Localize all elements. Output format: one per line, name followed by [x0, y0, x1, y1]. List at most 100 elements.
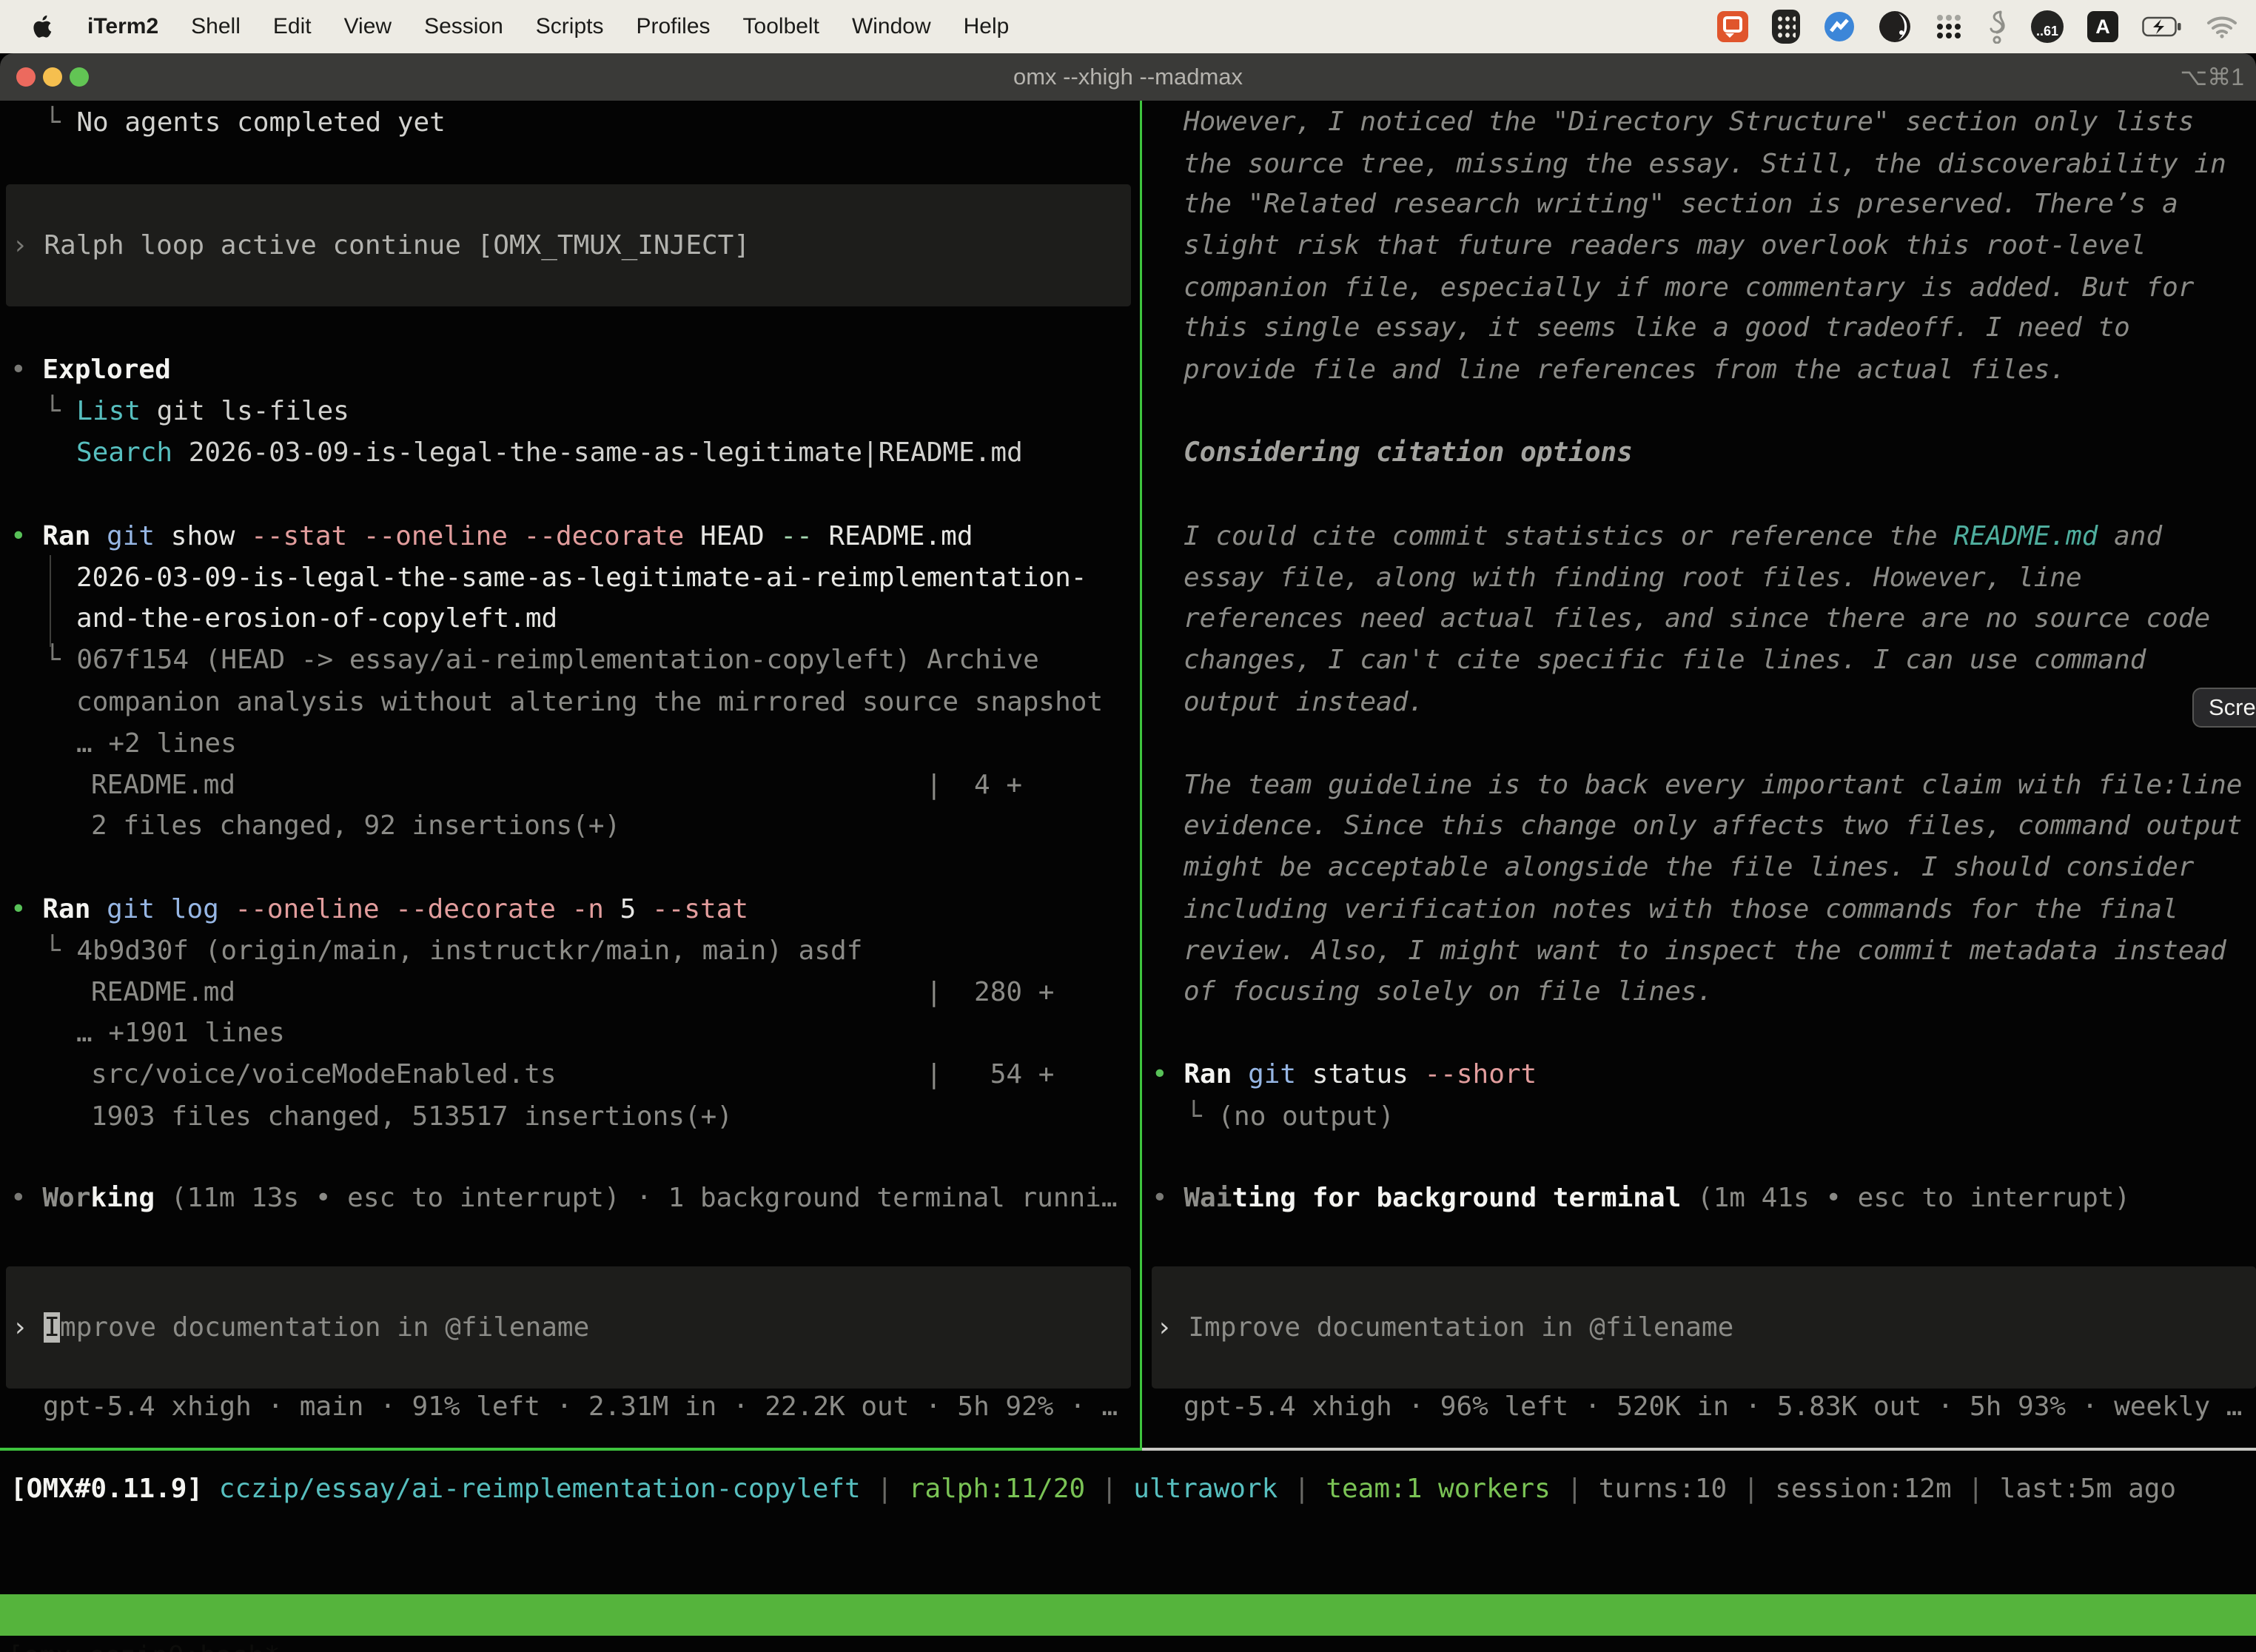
- text-segment: 2 files changed, 92 insertions(+): [91, 810, 620, 841]
- explored-list-line: └ List git ls-files: [44, 391, 349, 432]
- text-segment: src/voice/voiceModeEnabled.ts: [91, 1059, 557, 1089]
- menu-status-icons: ..61 A: [1717, 10, 2256, 44]
- ralph-message-line: › Ralph loop active continue [OMX_TMUX_I…: [12, 225, 750, 266]
- text-segment: team:1 workers: [1326, 1474, 1550, 1504]
- menu-item-window[interactable]: Window: [852, 14, 931, 39]
- prompt-input-box[interactable]: › Improve documentation in @filename: [6, 1266, 1131, 1389]
- text-segment: output instead.: [1184, 687, 1424, 717]
- reasoning-para1-line-3: the "Related research writing" section i…: [1184, 184, 2178, 225]
- battery-icon[interactable]: [2142, 16, 2182, 37]
- git-log-command-line: • Ran git log --oneline --decorate -n 5 …: [10, 889, 748, 930]
- text-segment: 067f154 (HEAD -> essay/ai-reimplementati…: [76, 645, 1038, 675]
- git-show-output-line-1: └ 067f154 (HEAD -> essay/ai-reimplementa…: [44, 639, 1039, 681]
- text-segment: show: [155, 521, 251, 551]
- text-segment: companion file, especially if more comme…: [1184, 272, 2194, 303]
- text-segment: 5: [604, 894, 652, 924]
- text-segment: provide file and line references from th…: [1184, 355, 2066, 385]
- moon-circle-icon[interactable]: [1879, 10, 1911, 43]
- chat-bubble-icon[interactable]: [1717, 11, 1748, 42]
- text-segment: last:5m ago: [2000, 1474, 2176, 1504]
- text-segment: •: [10, 1183, 42, 1213]
- apple-menu-icon[interactable]: [33, 14, 55, 39]
- text-segment: | 4 +: [926, 765, 1022, 806]
- text-segment: README.md: [91, 770, 235, 800]
- text-segment: Wor: [42, 1183, 90, 1213]
- text-segment: … +1901 lines: [76, 1018, 285, 1048]
- prompt-input-box[interactable]: › Improve documentation in @filename: [1152, 1266, 2256, 1389]
- reasoning-para2-line-1: I could cite commit statistics or refere…: [1184, 516, 2162, 557]
- text-segment: Ran: [42, 894, 90, 924]
- text-segment: └: [1186, 1101, 1218, 1132]
- window-title-bar[interactable]: omx --xhigh --madmax ⌥⌘1: [0, 53, 2256, 101]
- text-segment: |: [1085, 1474, 1133, 1504]
- text-segment: cczip/essay/ai-reimplementation-copyleft: [219, 1474, 861, 1504]
- reasoning-para3-line-3: might be acceptable alongside the file l…: [1184, 847, 2194, 888]
- text-segment: No agents completed yet: [76, 107, 446, 138]
- text-segment: king: [90, 1183, 155, 1213]
- input-source-icon[interactable]: A: [2087, 11, 2118, 42]
- text-segment: Wai: [1184, 1183, 1232, 1213]
- working-status-line: • Working (11m 13s • esc to interrupt) ·…: [10, 1178, 1118, 1219]
- tmux-status-bar: [omx-cczip0:bash* "MacBook-Pro-44.local"…: [0, 1594, 2256, 1636]
- menu-item-view[interactable]: View: [344, 14, 392, 39]
- tmux-session-label[interactable]: [omx-cczip0:bash*: [7, 1636, 280, 1652]
- minimize-button[interactable]: [43, 67, 62, 87]
- text-segment: git ls-files: [141, 396, 349, 426]
- prompt-input-line[interactable]: › Improve documentation in @filename: [1156, 1307, 1733, 1349]
- menu-item-shell[interactable]: Shell: [191, 14, 241, 39]
- tree-guide-line: [50, 555, 51, 647]
- ralph-message-box: › Ralph loop active continue [OMX_TMUX_I…: [6, 184, 1131, 306]
- text-segment: [90, 894, 107, 924]
- menu-item-toolbelt[interactable]: Toolbelt: [743, 14, 819, 39]
- menu-item-edit[interactable]: Edit: [273, 14, 312, 39]
- text-segment: [1232, 1059, 1248, 1089]
- prompt-input-line[interactable]: › Improve documentation in @filename: [12, 1307, 589, 1349]
- git-log-output-line-1: └ 4b9d30f (origin/main, instructkr/main,…: [44, 930, 862, 972]
- explored-search-line: Search 2026-03-09-is-legal-the-same-as-l…: [76, 432, 1023, 474]
- pane-border-bottom-right: [1142, 1448, 2256, 1451]
- model-status-line: gpt-5.4 xhigh · 96% left · 520K in · 5.8…: [1184, 1386, 2242, 1428]
- zoom-button[interactable]: [70, 67, 89, 87]
- window-title: omx --xhigh --madmax: [222, 53, 2034, 101]
- text-segment: | 54 +: [926, 1054, 1054, 1095]
- git-show-command-line: • Ran git show --stat --oneline --decora…: [10, 516, 973, 557]
- text-segment: Explored: [42, 355, 170, 385]
- pane-divider-vertical[interactable]: [1140, 101, 1142, 1448]
- text-segment: gpt-5.4 xhigh · 96% left · 520K in · 5.8…: [1184, 1391, 2242, 1422]
- squiggle-icon[interactable]: [1987, 10, 2007, 44]
- reasoning-para3-line-2: evidence. Since this change only affects…: [1184, 805, 2242, 847]
- git-status-output-line: └ (no output): [1186, 1096, 1394, 1138]
- menu-item-scripts[interactable]: Scripts: [536, 14, 604, 39]
- window-shortcut-badge: ⌥⌘1: [2180, 53, 2244, 101]
- text-segment: └: [44, 396, 76, 426]
- text-segment: Ran: [1184, 1059, 1232, 1089]
- wifi-icon[interactable]: [2206, 15, 2238, 38]
- text-segment: status: [1296, 1059, 1424, 1089]
- text-segment: •: [10, 894, 42, 924]
- keypad-shield-icon[interactable]: [1772, 10, 1800, 44]
- text-segment: |: [1551, 1474, 1599, 1504]
- text-segment: review. Also, I might want to inspect th…: [1184, 936, 2226, 966]
- explored-header-line: • Explored: [10, 349, 171, 391]
- text-segment: 2026-03-09-is-legal-the-same-as-legitima…: [172, 437, 1023, 468]
- text-segment: List: [76, 396, 141, 426]
- text-segment: the "Related research writing" section i…: [1184, 189, 2178, 219]
- menu-app-name[interactable]: iTerm2: [87, 14, 158, 39]
- text-segment: --: [780, 521, 812, 551]
- reasoning-para2-line-5: output instead.: [1184, 682, 1424, 723]
- text-segment: --oneline --decorate -n: [235, 894, 604, 924]
- text-segment: 4b9d30f (origin/main, instructkr/main, m…: [76, 936, 862, 966]
- menu-item-session[interactable]: Session: [424, 14, 503, 39]
- text-segment: git: [1248, 1059, 1296, 1089]
- close-button[interactable]: [16, 67, 36, 87]
- menu-item-help[interactable]: Help: [964, 14, 1010, 39]
- text-segment: |: [1727, 1474, 1775, 1504]
- text-segment: I could cite commit statistics or refere…: [1184, 521, 1953, 551]
- count-badge-icon[interactable]: ..61: [2031, 10, 2064, 43]
- messenger-badge-icon[interactable]: [1824, 11, 1855, 42]
- menu-item-profiles[interactable]: Profiles: [636, 14, 710, 39]
- text-segment: └: [44, 936, 76, 966]
- reasoning-para3-line-6: of focusing solely on file lines.: [1184, 971, 1713, 1013]
- dots-grid-icon[interactable]: [1935, 13, 1963, 41]
- git-log-stat-line-3: 1903 files changed, 513517 insertions(+): [91, 1096, 733, 1138]
